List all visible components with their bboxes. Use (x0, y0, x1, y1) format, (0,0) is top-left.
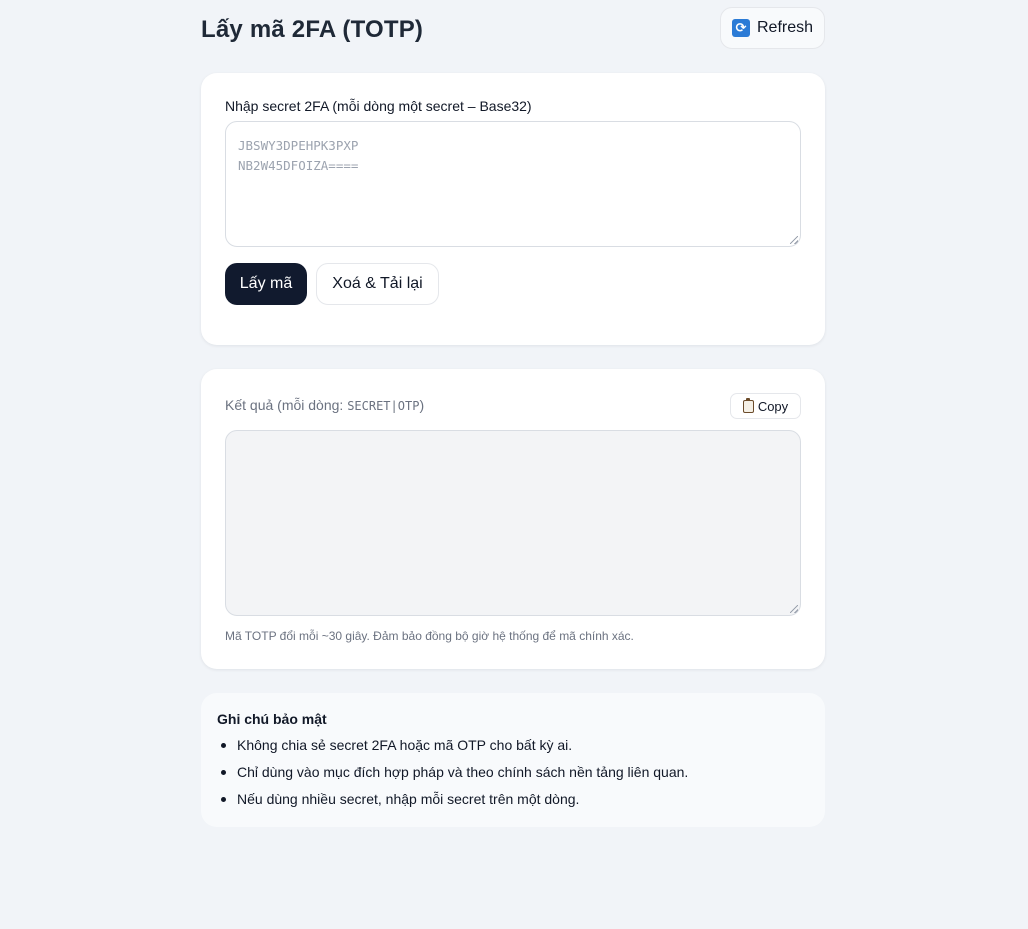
placeholder-line: JBSWY3DPEHPK3PXP (238, 138, 359, 153)
copy-label: Copy (757, 398, 789, 414)
output-label-prefix: Kết quả (mỗi dòng: (225, 397, 348, 413)
output-label-format: SECRET|OTP (347, 399, 420, 413)
output-label-suffix: ) (419, 397, 425, 413)
refresh-button[interactable]: ⟳ Refresh (720, 7, 825, 49)
input-card: Nhập secret 2FA (mỗi dòng một secret – B… (201, 73, 825, 345)
page-header: Lấy mã 2FA (TOTP) ⟳ Refresh (201, 0, 825, 73)
output-card: Kết quả (mỗi dòng: SECRET|OTP) Copy Mã T… (201, 369, 825, 669)
list-item: Nếu dùng nhiều secret, nhập mỗi secret t… (217, 790, 809, 808)
totp-hint: Mã TOTP đổi mỗi ~30 giây. Đảm bảo đồng b… (225, 629, 634, 643)
resize-handle[interactable] (790, 605, 798, 613)
app-container: Lấy mã 2FA (TOTP) ⟳ Refresh Nhập secret … (201, 0, 825, 827)
security-note-card: Ghi chú bảo mật Không chia sẻ secret 2FA… (201, 693, 825, 827)
resize-handle[interactable] (790, 236, 798, 244)
get-code-button[interactable]: Lấy mã (225, 263, 307, 305)
list-item: Chỉ dùng vào mục đích hợp pháp và theo c… (217, 763, 809, 781)
secret-input[interactable]: JBSWY3DPEHPK3PXP NB2W45DFOIZA==== (225, 121, 801, 247)
page-title: Lấy mã 2FA (TOTP) (201, 16, 424, 43)
placeholder-line: NB2W45DFOIZA==== (238, 158, 359, 173)
copy-button[interactable]: Copy (730, 393, 801, 419)
result-output[interactable] (225, 430, 801, 616)
action-buttons: Lấy mã Xoá & Tải lại (225, 263, 801, 305)
clear-reload-button[interactable]: Xoá & Tải lại (316, 263, 439, 305)
output-header: Kết quả (mỗi dòng: SECRET|OTP) Copy (225, 393, 801, 419)
security-note-list: Không chia sẻ secret 2FA hoặc mã OTP cho… (217, 736, 809, 808)
output-label: Kết quả (mỗi dòng: SECRET|OTP) (225, 397, 424, 413)
clipboard-icon (742, 397, 754, 413)
security-note-title: Ghi chú bảo mật (217, 711, 327, 727)
refresh-icon: ⟳ (731, 19, 750, 37)
list-item: Không chia sẻ secret 2FA hoặc mã OTP cho… (217, 736, 809, 754)
refresh-label: Refresh (756, 19, 814, 36)
secret-input-label: Nhập secret 2FA (mỗi dòng một secret – B… (225, 98, 532, 114)
